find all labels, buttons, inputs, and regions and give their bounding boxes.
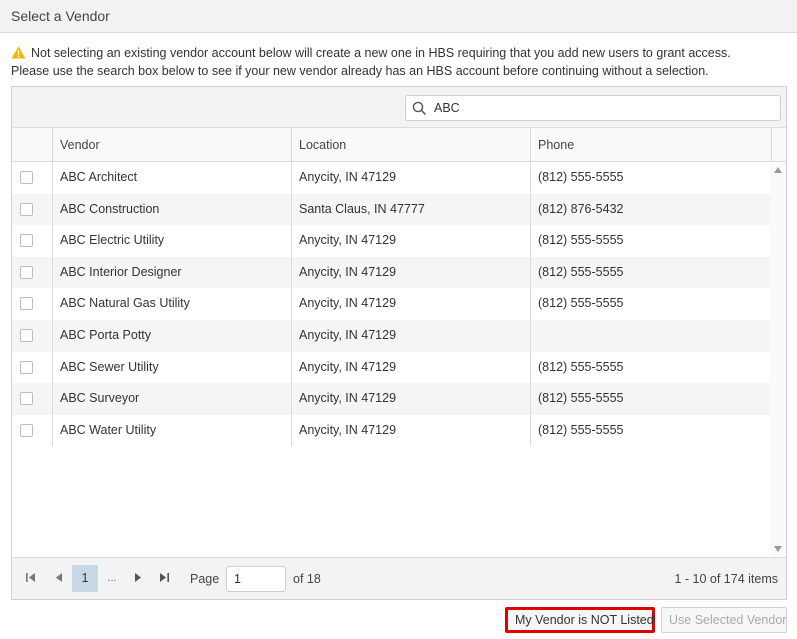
phone-cell: (812) 555-5555	[530, 288, 770, 320]
location-cell: Anycity, IN 47129	[291, 320, 530, 352]
phone-cell: (812) 555-5555	[530, 162, 770, 194]
location-cell: Anycity, IN 47129	[291, 288, 530, 320]
header-select-column	[12, 128, 52, 162]
search-input[interactable]	[434, 99, 774, 117]
first-page-icon	[26, 573, 35, 582]
header-location[interactable]: Location	[291, 128, 530, 162]
vendor-cell: ABC Water Utility	[52, 414, 291, 447]
dialog-title: Select a Vendor	[0, 0, 797, 33]
page-count-label: of 18	[293, 572, 321, 586]
location-cell: Anycity, IN 47129	[291, 225, 530, 257]
row-checkbox[interactable]	[20, 329, 33, 342]
vendor-cell: ABC Construction	[52, 193, 291, 226]
vendor-cell: ABC Natural Gas Utility	[52, 288, 291, 320]
previous-page-button[interactable]	[46, 565, 72, 592]
phone-cell: (812) 555-5555	[530, 351, 770, 384]
vendor-cell: ABC Architect	[52, 162, 291, 194]
page-number-input[interactable]	[226, 566, 286, 592]
search-icon	[412, 101, 427, 116]
next-page-icon	[134, 573, 141, 582]
table-row[interactable]: ABC Porta Potty Anycity, IN 47129	[12, 320, 770, 352]
row-checkbox[interactable]	[20, 297, 33, 311]
location-cell: Anycity, IN 47129	[291, 414, 530, 447]
table-row[interactable]: ABC Water Utility Anycity, IN 47129 (812…	[12, 414, 770, 447]
page-number-button[interactable]: 1	[72, 565, 98, 592]
table-row[interactable]: ABC Sewer Utility Anycity, IN 47129 (812…	[12, 351, 770, 384]
warning-line-1: Not selecting an existing vendor account…	[31, 46, 731, 60]
grid-header: Vendor Location Phone	[12, 128, 786, 162]
row-checkbox[interactable]	[20, 392, 33, 406]
previous-page-icon	[55, 573, 62, 582]
header-vendor[interactable]: Vendor	[52, 128, 291, 162]
next-page-button[interactable]	[124, 565, 150, 592]
vendor-cell: ABC Porta Potty	[52, 320, 291, 352]
table-row[interactable]: ABC Electric Utility Anycity, IN 47129 (…	[12, 225, 770, 257]
warning-message: Not selecting an existing vendor account…	[11, 44, 791, 80]
row-checkbox[interactable]	[20, 234, 33, 248]
search-box[interactable]	[405, 95, 781, 121]
last-page-icon	[160, 573, 169, 582]
grid-toolbar	[12, 87, 786, 128]
vendor-cell: ABC Surveyor	[52, 383, 291, 415]
page-label: Page	[190, 572, 220, 586]
row-checkbox[interactable]	[20, 202, 33, 216]
row-checkbox[interactable]	[20, 171, 33, 184]
phone-cell: (812) 555-5555	[530, 383, 770, 415]
scroll-up-arrow-icon[interactable]	[774, 167, 782, 173]
table-row[interactable]: ABC Surveyor Anycity, IN 47129 (812) 555…	[12, 383, 770, 415]
warning-icon	[11, 46, 26, 59]
row-checkbox[interactable]	[20, 265, 33, 279]
scroll-down-arrow-icon[interactable]	[774, 546, 782, 552]
phone-cell: (812) 876-5432	[530, 193, 770, 226]
table-row[interactable]: ABC Architect Anycity, IN 47129 (812) 55…	[12, 162, 770, 194]
last-page-button[interactable]	[151, 565, 177, 592]
vendor-cell: ABC Interior Designer	[52, 256, 291, 289]
grid-body: ABC Architect Anycity, IN 47129 (812) 55…	[12, 162, 786, 557]
items-count-info: 1 - 10 of 174 items	[674, 572, 778, 586]
row-checkbox[interactable]	[20, 360, 33, 374]
grid-scrollbar[interactable]	[770, 162, 786, 557]
location-cell: Santa Claus, IN 47777	[291, 193, 530, 226]
phone-cell	[530, 320, 770, 352]
first-page-button[interactable]	[18, 565, 44, 592]
table-row[interactable]: ABC Natural Gas Utility Anycity, IN 4712…	[12, 288, 770, 320]
location-cell: Anycity, IN 47129	[291, 351, 530, 384]
grid-pager: 1 ... Page of 18 1 - 10 of 174 items	[12, 557, 786, 599]
table-row[interactable]: ABC Construction Santa Claus, IN 47777 (…	[12, 193, 770, 226]
header-phone[interactable]: Phone	[530, 128, 771, 162]
vendor-grid: Vendor Location Phone ABC Architect Anyc…	[11, 86, 787, 600]
location-cell: Anycity, IN 47129	[291, 256, 530, 289]
location-cell: Anycity, IN 47129	[291, 162, 530, 194]
phone-cell: (812) 555-5555	[530, 225, 770, 257]
warning-line-2: Please use the search box below to see i…	[11, 64, 709, 78]
table-row[interactable]: ABC Interior Designer Anycity, IN 47129 …	[12, 256, 770, 289]
phone-cell: (812) 555-5555	[530, 256, 770, 289]
more-pages-button[interactable]: ...	[99, 565, 125, 592]
use-selected-vendor-button[interactable]: Use Selected Vendor	[661, 607, 787, 633]
phone-cell: (812) 555-5555	[530, 414, 770, 447]
row-checkbox[interactable]	[20, 423, 33, 437]
header-scroll-spacer	[771, 128, 786, 162]
vendor-cell: ABC Electric Utility	[52, 225, 291, 257]
location-cell: Anycity, IN 47129	[291, 383, 530, 415]
vendor-not-listed-button[interactable]: My Vendor is NOT Listed	[505, 607, 655, 633]
vendor-cell: ABC Sewer Utility	[52, 351, 291, 384]
